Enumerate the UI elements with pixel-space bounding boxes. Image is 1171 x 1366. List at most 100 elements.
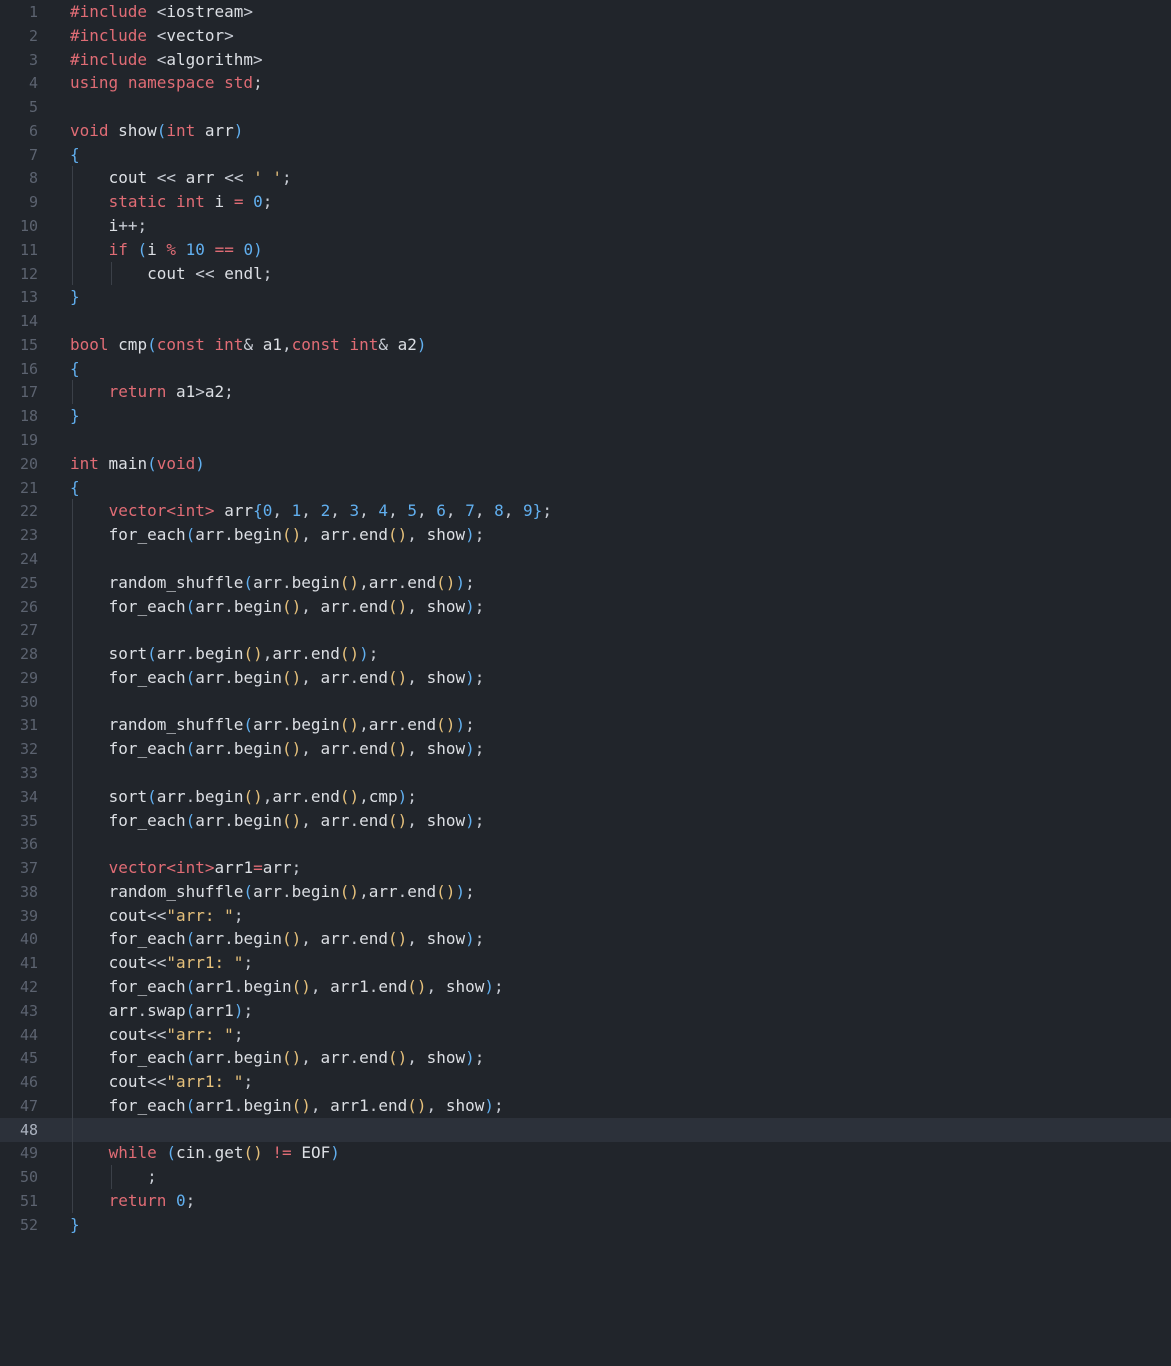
code-text: void show(int arr) <box>70 120 244 140</box>
code-line[interactable]: 49 while (cin.get() != EOF) <box>0 1141 1171 1165</box>
line-number: 50 <box>19 1168 38 1187</box>
code-text: cout<<"arr: "; <box>108 905 244 925</box>
code-line[interactable]: 23 for_each(arr.begin(), arr.end(), show… <box>0 523 1171 547</box>
code-line[interactable]: 10 i++; <box>0 214 1171 238</box>
line-number: 17 <box>19 383 38 402</box>
code-line[interactable]: 17 return a1>a2; <box>0 380 1171 404</box>
line-number: 42 <box>19 977 38 996</box>
line-number: 4 <box>28 74 38 93</box>
code-line[interactable]: 22 vector<int> arr{0, 1, 2, 3, 4, 5, 6, … <box>0 499 1171 523</box>
code-line[interactable]: 29 for_each(arr.begin(), arr.end(), show… <box>0 666 1171 690</box>
code-line[interactable]: 7{ <box>0 143 1171 167</box>
code-line[interactable]: 6 void show(int arr) <box>0 119 1171 143</box>
code-line[interactable]: 11 if (i % 10 == 0) <box>0 238 1171 262</box>
code-line[interactable]: 32 for_each(arr.begin(), arr.end(), show… <box>0 737 1171 761</box>
code-line[interactable]: 1 #include <iostream> <box>0 0 1171 24</box>
line-number: 34 <box>19 787 38 806</box>
code-line[interactable]: 39 cout<<"arr: "; <box>0 904 1171 928</box>
code-line[interactable]: 38 random_shuffle(arr.begin(),arr.end())… <box>0 880 1171 904</box>
line-number: 41 <box>19 954 38 973</box>
code-text: i++; <box>108 216 148 236</box>
code-line[interactable]: 52} <box>0 1213 1171 1237</box>
indent-guide <box>72 499 73 1213</box>
code-line[interactable]: 31 random_shuffle(arr.begin(),arr.end())… <box>0 713 1171 737</box>
code-line[interactable]: 34 sort(arr.begin(),arr.end(),cmp); <box>0 785 1171 809</box>
line-number: 47 <box>19 1096 38 1115</box>
indent-guide <box>72 380 73 405</box>
code-line[interactable]: 2 #include <vector> <box>0 24 1171 48</box>
code-text: ; <box>147 1167 157 1187</box>
code-line[interactable]: 41 cout<<"arr1: "; <box>0 951 1171 975</box>
code-line[interactable]: 24 <box>0 547 1171 571</box>
code-line[interactable]: 4 using namespace std; <box>0 71 1171 95</box>
code-line[interactable]: 13} <box>0 285 1171 309</box>
line-number: 48 <box>19 1120 38 1139</box>
code-line[interactable]: 16 { <box>0 357 1171 381</box>
code-line[interactable]: 42 for_each(arr1.begin(), arr1.end(), sh… <box>0 975 1171 999</box>
code-line[interactable]: 9 static int i = 0; <box>0 190 1171 214</box>
code-text: #include <iostream> <box>70 2 254 21</box>
code-line[interactable]: 45 for_each(arr.begin(), arr.end(), show… <box>0 1046 1171 1070</box>
code-text: for_each(arr.begin(), arr.end(), show); <box>108 929 485 949</box>
code-line[interactable]: 18} <box>0 404 1171 428</box>
code-text: static int i = 0; <box>108 192 273 212</box>
code-line[interactable]: 8 cout << arr << ' '; <box>0 166 1171 190</box>
line-number: 44 <box>19 1025 38 1044</box>
line-number: 8 <box>28 169 38 188</box>
code-text: { <box>70 358 80 378</box>
code-text: random_shuffle(arr.begin(),arr.end()); <box>108 715 475 735</box>
line-number: 35 <box>19 811 38 830</box>
line-number: 51 <box>19 1192 38 1210</box>
line-number: 38 <box>19 882 38 901</box>
code-line[interactable]: 12 cout << endl; <box>0 262 1171 286</box>
code-line[interactable]: 43 arr.swap(arr1); <box>0 999 1171 1023</box>
line-number: 52 <box>19 1215 38 1234</box>
line-number: 16 <box>19 359 38 378</box>
code-text: return a1>a2; <box>108 382 234 402</box>
line-number: 30 <box>19 692 38 711</box>
code-text: { <box>70 144 80 164</box>
code-line[interactable]: 25 random_shuffle(arr.begin(),arr.end())… <box>0 571 1171 595</box>
code-line[interactable]: 50 ; <box>0 1165 1171 1189</box>
code-line[interactable]: 26 for_each(arr.begin(), arr.end(), show… <box>0 595 1171 619</box>
indent-guide <box>110 261 112 286</box>
code-text: for_each(arr.begin(), arr.end(), show); <box>108 1048 485 1068</box>
code-line[interactable]: 47 for_each(arr1.begin(), arr1.end(), sh… <box>0 1094 1171 1118</box>
code-line[interactable]: 48 <box>0 1117 1171 1142</box>
code-line[interactable]: 51 return 0; <box>0 1189 1171 1213</box>
code-line[interactable]: 19 <box>0 428 1171 452</box>
code-editor[interactable]: 1 #include <iostream> 2 #include <vector> 3 #… <box>0 0 1171 1366</box>
line-number: 32 <box>19 740 38 759</box>
code-line[interactable]: 35 for_each(arr.begin(), arr.end(), show… <box>0 809 1171 833</box>
code-line[interactable]: 5 <box>0 95 1171 119</box>
code-line[interactable]: 44 cout<<"arr: "; <box>0 1023 1171 1047</box>
code-text: cout<<"arr1: "; <box>108 1072 254 1092</box>
line-number: 6 <box>28 121 38 140</box>
code-line[interactable]: 33 <box>0 761 1171 785</box>
code-line[interactable]: 46 cout<<"arr1: "; <box>0 1070 1171 1094</box>
line-number: 26 <box>19 597 38 616</box>
code-line[interactable]: 21 { <box>0 476 1171 500</box>
code-line[interactable]: 27 <box>0 618 1171 642</box>
code-line[interactable]: 14 <box>0 309 1171 333</box>
code-line[interactable]: 28 sort(arr.begin(),arr.end()); <box>0 642 1171 666</box>
line-number: 22 <box>19 502 38 521</box>
code-line[interactable]: 40 for_each(arr.begin(), arr.end(), show… <box>0 927 1171 951</box>
line-number: 11 <box>19 240 38 259</box>
line-number: 20 <box>19 454 38 473</box>
line-number: 46 <box>19 1073 38 1092</box>
code-text: return 0; <box>108 1191 196 1210</box>
line-number: 14 <box>19 312 38 331</box>
code-text: if (i % 10 == 0) <box>108 239 263 259</box>
code-line[interactable]: 20 int main(void) <box>0 452 1171 476</box>
code-line[interactable]: 36 <box>0 832 1171 856</box>
line-number: 18 <box>19 407 38 426</box>
code-text: } <box>70 406 80 426</box>
code-text: for_each(arr.begin(), arr.end(), show); <box>108 739 485 759</box>
code-text: for_each(arr1.begin(), arr1.end(), show)… <box>108 976 504 996</box>
line-number: 49 <box>19 1144 38 1163</box>
code-line[interactable]: 15 bool cmp(const int& a1,const int& a2) <box>0 333 1171 357</box>
code-line[interactable]: 3 #include <algorithm> <box>0 48 1171 72</box>
code-line[interactable]: 37 vector<int>arr1=arr; <box>0 856 1171 880</box>
code-line[interactable]: 30 <box>0 690 1171 714</box>
